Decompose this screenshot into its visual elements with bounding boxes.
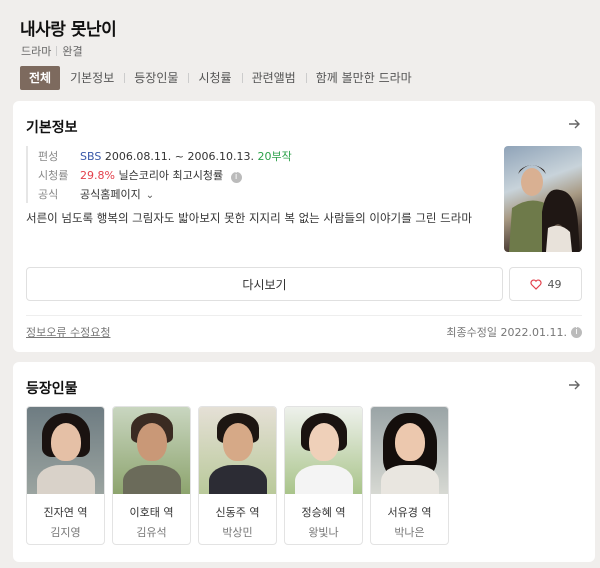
cast-item[interactable]: 이호태 역 김유석 [112, 406, 191, 545]
basic-info-card: 기본정보 편성 SBS 2006.08.11. ~ 2006.10.13. 20… [13, 101, 595, 352]
cast-photo [199, 407, 276, 494]
role-name: 진자연 역 [43, 506, 88, 519]
broadcast-label: 편성 [38, 149, 59, 163]
cast-card: 등장인물 진자연 역 김지영 이호태 역 김유석 신동주 역 박상민 정승혜 역… [13, 362, 595, 562]
tab-bar: 전체 기본정보 등장인물 시청률 관련앨범 함께 볼만한 드라마 [20, 66, 422, 90]
divider [56, 46, 58, 56]
tab-recommended[interactable]: 함께 볼만한 드라마 [305, 66, 422, 90]
tab-basic-info[interactable]: 기본정보 [60, 66, 124, 90]
actor-name[interactable]: 왕빛나 [285, 524, 362, 540]
role-name: 신동주 역 [215, 506, 260, 519]
info-icon[interactable]: i [230, 171, 242, 183]
section-title: 기본정보 [26, 120, 78, 136]
role-name: 이호태 역 [129, 506, 174, 519]
cast-item[interactable]: 신동주 역 박상민 [198, 406, 277, 545]
subtitle: 드라마 완결 [21, 43, 83, 59]
actor-name[interactable]: 김지영 [27, 524, 104, 540]
tab-ratings[interactable]: 시청률 [188, 66, 241, 90]
status: 완결 [62, 45, 83, 58]
official-link-label[interactable]: 공식홈페이지 [80, 188, 141, 201]
last-updated-text: 최종수정일 2022.01.11. [446, 326, 567, 339]
episodes: 20부작 [257, 149, 292, 163]
rating: 29.8% [80, 168, 115, 182]
like-button[interactable]: 49 [509, 267, 582, 301]
page-title: 내사랑 못난이 [20, 20, 117, 40]
rating-source: 닐슨코리아 최고시청률 [118, 168, 224, 182]
channel-link[interactable]: SBS [80, 150, 101, 163]
rating-value: 29.8% 닐슨코리아 최고시청률 i [80, 167, 242, 183]
broadcast-value: SBS 2006.08.11. ~ 2006.10.13. 20부작 [80, 148, 292, 164]
actor-name[interactable]: 박상민 [199, 524, 276, 540]
like-count: 49 [547, 277, 562, 291]
genre: 드라마 [21, 45, 52, 58]
role-name: 서유경 역 [387, 506, 432, 519]
rating-row: 시청률 29.8% 닐슨코리아 최고시청률 i [38, 165, 292, 184]
role-name: 정승혜 역 [301, 506, 346, 519]
heart-icon [529, 278, 542, 290]
replay-button[interactable]: 다시보기 [26, 267, 503, 301]
official-row: 공식 공식홈페이지 ⌄ [38, 184, 292, 203]
period: 2006.08.11. ~ 2006.10.13. [104, 149, 254, 163]
actor-name[interactable]: 김유석 [113, 524, 190, 540]
cast-photo [285, 407, 362, 494]
official-label: 공식 [38, 187, 59, 201]
divider [26, 315, 582, 316]
poster-image[interactable] [504, 146, 582, 252]
tab-all[interactable]: 전체 [20, 66, 61, 90]
broadcast-row: 편성 SBS 2006.08.11. ~ 2006.10.13. 20부작 [38, 146, 292, 165]
arrow-right-icon[interactable] [567, 117, 581, 131]
cast-photo [371, 407, 448, 494]
section-title: 등장인물 [26, 381, 78, 397]
official-link[interactable]: 공식홈페이지 ⌄ [80, 186, 154, 202]
tab-albums[interactable]: 관련앨범 [241, 66, 306, 90]
synopsis: 서른이 넘도록 행복의 그림자도 밟아보지 못한 지지리 복 없는 사람들의 이… [26, 211, 472, 225]
report-error-link[interactable]: 정보오류 수정요청 [26, 324, 110, 340]
chevron-down-icon[interactable]: ⌄ [146, 190, 154, 201]
cast-photo [27, 407, 104, 494]
cast-item[interactable]: 서유경 역 박나은 [370, 406, 449, 545]
cast-list: 진자연 역 김지영 이호태 역 김유석 신동주 역 박상민 정승혜 역 왕빛나 … [26, 406, 449, 545]
info-list: 편성 SBS 2006.08.11. ~ 2006.10.13. 20부작 시청… [26, 146, 292, 203]
cast-item[interactable]: 진자연 역 김지영 [26, 406, 105, 545]
actor-name[interactable]: 박나은 [371, 524, 448, 540]
arrow-right-icon[interactable] [567, 378, 581, 392]
rating-label: 시청률 [38, 168, 69, 182]
cast-photo [113, 407, 190, 494]
header: 내사랑 못난이 드라마 완결 전체 기본정보 등장인물 시청률 관련앨범 함께 볼… [0, 0, 600, 94]
tab-cast[interactable]: 등장인물 [124, 66, 188, 90]
info-icon[interactable]: i [571, 326, 582, 338]
last-updated: 최종수정일 2022.01.11. i [446, 324, 582, 340]
cast-item[interactable]: 정승혜 역 왕빛나 [284, 406, 363, 545]
